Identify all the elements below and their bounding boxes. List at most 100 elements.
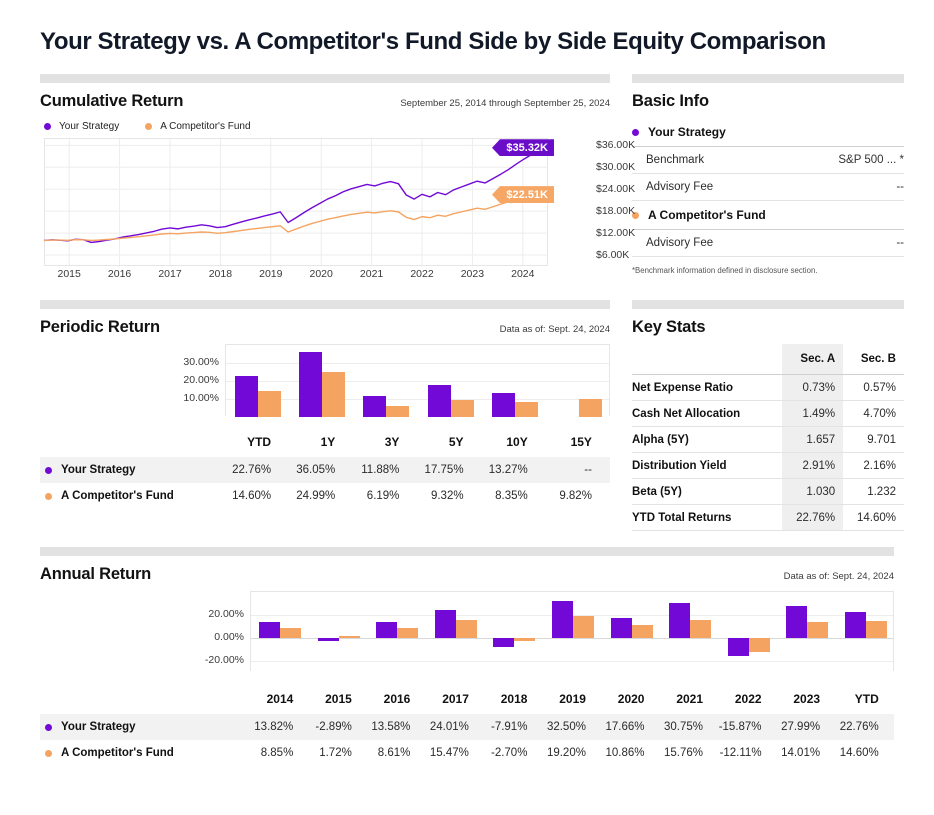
stat-label: Cash Net Allocation bbox=[632, 400, 783, 427]
data-cell: -15.87% bbox=[718, 721, 762, 733]
cumulative-line-plot bbox=[44, 138, 548, 266]
table-row: YTD Total Returns 22.76% 14.60% bbox=[632, 504, 904, 531]
data-cell: -2.89% bbox=[315, 721, 352, 733]
data-cell: 24.01% bbox=[429, 721, 469, 733]
bar-plot-area bbox=[250, 591, 894, 671]
bar bbox=[258, 390, 282, 417]
stat-value-a: 22.76% bbox=[782, 504, 844, 531]
bar bbox=[376, 622, 398, 638]
data-cell: 32.50% bbox=[546, 721, 586, 733]
bar bbox=[514, 637, 536, 641]
bar bbox=[669, 602, 691, 638]
stat-label: YTD Total Returns bbox=[632, 504, 783, 531]
data-cell: 30.75% bbox=[664, 721, 704, 733]
y-axis-tick: 20.00% bbox=[208, 607, 244, 620]
table-row: Alpha (5Y) 1.657 9.701 bbox=[632, 426, 904, 453]
bar bbox=[363, 395, 387, 417]
row-annual: Annual Return Data as of: Sept. 24, 2024… bbox=[40, 547, 894, 766]
legend-item-competitor-fund[interactable]: A Competitor's Fund bbox=[145, 121, 251, 132]
gridline bbox=[251, 660, 893, 662]
table-row: Advisory Fee -- bbox=[632, 174, 904, 201]
key-stats-panel: Key Stats Sec. A Sec. B Net Expense Ratio 0… bbox=[632, 300, 904, 531]
basic-info-group-b: A Competitor's Fund bbox=[632, 201, 904, 230]
data-cell: 13.27% bbox=[488, 464, 528, 476]
table-row: Cash Net Allocation 1.49% 4.70% bbox=[632, 400, 904, 427]
data-cell: 17.66% bbox=[605, 721, 645, 733]
column-header: Sec. B bbox=[843, 344, 904, 375]
table-row: A Competitor's Fund 8.85% 1.72% 8.61% 15.47%… bbox=[40, 740, 894, 766]
data-cell: 15.47% bbox=[429, 747, 469, 759]
data-cell: 14.60% bbox=[839, 747, 879, 759]
cumulative-return-chart: $6.00K $12.00K $18.00K $24.00K $30.00K $36.00… bbox=[40, 138, 635, 284]
data-cell: 24.99% bbox=[296, 490, 336, 502]
advisory-fee-value-b: -- bbox=[896, 237, 904, 249]
section-divider-bar bbox=[40, 74, 610, 83]
legend-dot-icon-b bbox=[145, 123, 153, 130]
cumulative-date-range: September 25, 2014 through September 25,… bbox=[400, 98, 610, 109]
series-dot-icon-b bbox=[45, 492, 52, 500]
annual-return-title: Annual Return bbox=[40, 565, 152, 583]
bar-y-axis: 10.00% 20.00% 30.00% bbox=[40, 344, 219, 416]
table-corner-cell bbox=[40, 686, 250, 714]
bar bbox=[578, 399, 602, 417]
stat-value-b: 1.232 bbox=[843, 478, 904, 505]
bar bbox=[727, 637, 749, 656]
callout-badge-your-strategy: $35.32K bbox=[492, 139, 554, 157]
table-row: Distribution Yield 2.91% 2.16% bbox=[632, 452, 904, 479]
bar bbox=[844, 611, 866, 638]
bar bbox=[514, 401, 538, 417]
report-page: Your Strategy vs. A Competitor's Fund Si… bbox=[0, 0, 934, 815]
table-row: Net Expense Ratio 0.73% 0.57% bbox=[632, 374, 904, 401]
column-header: 2023 bbox=[793, 692, 821, 706]
data-cell: 17.75% bbox=[424, 464, 464, 476]
series-label: A Competitor's Fund bbox=[61, 747, 174, 759]
basic-info-group-a-label: Your Strategy bbox=[648, 125, 726, 139]
table-header-row: YTD 1Y 3Y 5Y 10Y 15Y bbox=[40, 429, 610, 457]
stat-value-a: 0.73% bbox=[782, 374, 844, 401]
column-header: 2014 bbox=[266, 692, 294, 706]
data-cell: -2.70% bbox=[490, 747, 528, 759]
bar bbox=[493, 637, 515, 647]
series-dot-icon-b bbox=[45, 749, 52, 757]
table-header-row: 2014 2015 2016 2017 2018 2019 2020 2021 2022 2023… bbox=[40, 686, 894, 714]
data-cell: -- bbox=[584, 464, 592, 476]
annual-return-chart: -20.00% 0.00% 20.00% bbox=[40, 591, 894, 686]
basic-info-panel: Basic Info Your Strategy Benchmark S&P 5… bbox=[632, 74, 904, 284]
column-header: 1Y bbox=[320, 435, 336, 449]
bar bbox=[322, 372, 346, 417]
legend-item-your-strategy[interactable]: Your Strategy bbox=[44, 121, 119, 132]
data-cell: 27.99% bbox=[781, 721, 821, 733]
table-header-row: Sec. A Sec. B bbox=[632, 344, 904, 375]
x-axis-tick: 2017 bbox=[158, 268, 182, 280]
data-cell: 8.61% bbox=[377, 747, 411, 759]
data-cell: -12.11% bbox=[719, 747, 762, 759]
y-axis-tick: $24.00K bbox=[596, 183, 636, 196]
y-axis-tick: $30.00K bbox=[596, 161, 636, 174]
bar bbox=[491, 393, 515, 417]
x-axis-tick: 2021 bbox=[359, 268, 384, 280]
gridline bbox=[226, 363, 609, 364]
x-axis-tick: 2019 bbox=[259, 268, 283, 280]
data-cell: 14.01% bbox=[781, 747, 821, 759]
table-corner-cell bbox=[40, 429, 225, 457]
column-header: 2015 bbox=[325, 692, 352, 706]
x-axis-tick: 2015 bbox=[57, 268, 81, 280]
advisory-fee-value-a: -- bbox=[896, 181, 904, 193]
row-cumulative: Cumulative Return September 25, 2014 thr… bbox=[40, 74, 904, 284]
callout-badge-competitor-fund: $22.51K bbox=[492, 186, 554, 204]
bar bbox=[631, 625, 653, 638]
bar bbox=[338, 635, 360, 638]
x-axis-tick: 2018 bbox=[208, 268, 233, 280]
column-header: YTD bbox=[247, 435, 272, 449]
bar bbox=[455, 620, 477, 638]
series-name-cell: A Competitor's Fund bbox=[40, 740, 250, 766]
series-name-cell: Your Strategy bbox=[40, 457, 225, 483]
data-cell: 6.19% bbox=[366, 490, 400, 502]
data-cell: 15.76% bbox=[664, 747, 704, 759]
data-cell: 11.88% bbox=[361, 464, 400, 476]
stat-label: Beta (5Y) bbox=[632, 478, 783, 505]
column-header: 2021 bbox=[676, 692, 704, 706]
data-cell: 9.82% bbox=[559, 490, 592, 502]
periodic-data-as-of: Data as of: Sept. 24, 2024 bbox=[499, 324, 610, 335]
series-label: Your Strategy bbox=[61, 464, 136, 476]
